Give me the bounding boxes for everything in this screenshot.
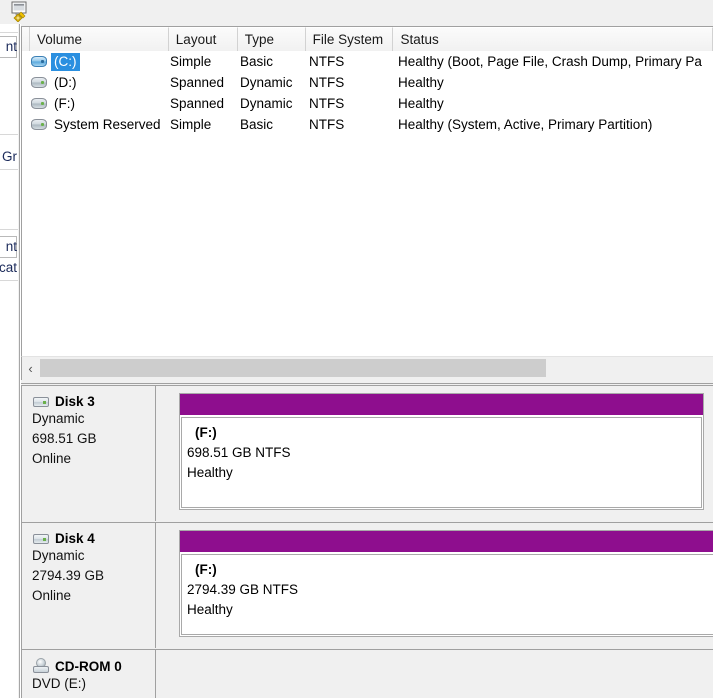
column-header-status[interactable]: Status: [393, 27, 713, 51]
disk-management-window: nt Gr nt cat Volume Layout Type File System Sta…: [0, 0, 713, 698]
disk-title: Disk 4: [32, 531, 155, 546]
partition-block[interactable]: (F:) 698.51 GB NTFS Healthy: [179, 393, 704, 510]
partition-status: Healthy: [187, 465, 233, 480]
cell-status: Healthy (System, Active, Primary Partiti…: [398, 117, 653, 132]
disk-icon: [32, 532, 51, 546]
sidebar-divider: [0, 134, 18, 135]
volume-list-pane: Volume Layout Type File System Status (C:) Si…: [21, 26, 713, 382]
cell-type: Basic: [240, 54, 274, 69]
partition-status: Healthy: [187, 602, 233, 617]
disk-capacity: 698.51 GB: [32, 431, 97, 446]
cell-volume[interactable]: (F:): [30, 93, 169, 114]
drive-icon: [30, 97, 48, 110]
volume-list-header: Volume Layout Type File System Status: [22, 27, 713, 51]
volume-label: (F:): [54, 95, 75, 111]
sidebar-divider: [0, 280, 18, 281]
scroll-thumb[interactable]: [40, 359, 546, 377]
volume-list-hscrollbar[interactable]: ‹: [21, 356, 713, 380]
disk-state: Online: [32, 451, 72, 466]
volume-label: System Reserved: [54, 116, 161, 132]
disk-partition-area: (F:) 2794.39 GB NTFS Healthy: [162, 523, 713, 648]
volume-label: (D:): [54, 74, 77, 90]
cell-type: Dynamic: [240, 96, 293, 111]
disk-capacity: 2794.39 GB: [32, 568, 105, 583]
disk-block-cd-rom-0[interactable]: CD-ROM 0 DVD (E:): [22, 649, 713, 698]
column-header-file-system[interactable]: File System: [305, 27, 394, 51]
disk-block-disk-3[interactable]: Disk 3 Dynamic 698.51 GB Online (F:) 698.51 G…: [22, 385, 713, 521]
sidebar-item-label[interactable]: nt: [6, 39, 17, 54]
partition-size: 2794.39 GB NTFS: [187, 582, 299, 597]
partition-size: 698.51 GB NTFS: [187, 445, 291, 460]
cell-status: Healthy (Boot, Page File, Crash Dump, Pr…: [398, 54, 702, 69]
partition-details: (F:) 698.51 GB NTFS Healthy: [181, 417, 702, 508]
volume-list-rows: (C:) Simple Basic NTFS Healthy (Boot, Page F…: [22, 51, 713, 135]
cell-file-system: NTFS: [309, 117, 345, 132]
console-tree-sidebar[interactable]: nt Gr nt cat: [0, 24, 18, 698]
disk-type: DVD (E:): [32, 676, 86, 691]
cell-type: Dynamic: [240, 75, 293, 90]
computer-management-icon[interactable]: [9, 1, 30, 23]
sidebar-item-label[interactable]: nt: [6, 239, 17, 254]
header-grip[interactable]: [22, 27, 30, 51]
drive-icon: [30, 76, 48, 89]
cdrom-icon: [32, 658, 51, 674]
disk-title: CD-ROM 0: [32, 658, 155, 674]
cell-layout: Spanned: [170, 75, 225, 90]
partition-color-bar: [180, 531, 713, 552]
table-row[interactable]: (C:) Simple Basic NTFS Healthy (Boot, Page F…: [22, 51, 713, 72]
disk-icon: [32, 395, 51, 409]
partition-color-bar: [180, 394, 703, 415]
cell-status: Healthy: [398, 96, 444, 111]
volume-label: (C:): [51, 52, 80, 71]
disk-name: CD-ROM 0: [55, 658, 122, 674]
disk-title: Disk 3: [32, 394, 155, 409]
sidebar-divider: [0, 229, 18, 230]
cell-layout: Simple: [170, 117, 212, 132]
column-header-volume[interactable]: Volume: [30, 27, 169, 51]
cell-file-system: NTFS: [309, 75, 345, 90]
scroll-left-arrow-icon[interactable]: ‹: [22, 357, 39, 379]
partition-details: (F:) 2794.39 GB NTFS Healthy: [181, 554, 713, 635]
toolbar: [0, 0, 713, 24]
disk-partition-area: (F:) 698.51 GB NTFS Healthy: [162, 386, 713, 521]
disk-type: Dynamic: [32, 411, 85, 426]
column-header-layout[interactable]: Layout: [168, 27, 238, 51]
cell-layout: Simple: [170, 54, 212, 69]
table-row[interactable]: (D:) Spanned Dynamic NTFS Healthy: [22, 72, 713, 93]
cell-volume[interactable]: (C:): [30, 51, 169, 72]
sidebar-item-label[interactable]: Gr: [2, 149, 17, 164]
sidebar-divider: [0, 32, 18, 33]
disk-info-panel[interactable]: Disk 3 Dynamic 698.51 GB Online: [22, 386, 156, 521]
cell-status: Healthy: [398, 75, 444, 90]
table-row[interactable]: System Reserved Simple Basic NTFS Healthy (S…: [22, 114, 713, 135]
cell-file-system: NTFS: [309, 54, 345, 69]
cell-layout: Spanned: [170, 96, 225, 111]
disk-name: Disk 3: [55, 394, 95, 409]
cell-volume[interactable]: (D:): [30, 72, 169, 93]
column-header-type[interactable]: Type: [237, 27, 306, 51]
disk-state: Online: [32, 588, 72, 603]
drive-icon: [30, 55, 48, 68]
sidebar-divider: [0, 169, 18, 170]
drive-icon: [30, 118, 48, 131]
disk-partition-area: [162, 650, 713, 698]
sidebar-item-label[interactable]: cat: [0, 260, 17, 275]
partition-label: (F:): [195, 562, 217, 577]
disk-block-disk-4[interactable]: Disk 4 Dynamic 2794.39 GB Online (F:) 2794.39…: [22, 522, 713, 648]
table-row[interactable]: (F:) Spanned Dynamic NTFS Healthy: [22, 93, 713, 114]
graphical-disk-pane: Disk 3 Dynamic 698.51 GB Online (F:) 698.51 G…: [21, 385, 713, 698]
cell-volume[interactable]: System Reserved: [30, 114, 169, 135]
partition-label: (F:): [195, 425, 217, 440]
cell-type: Basic: [240, 117, 274, 132]
disk-name: Disk 4: [55, 531, 95, 546]
partition-block[interactable]: (F:) 2794.39 GB NTFS Healthy: [179, 530, 713, 637]
disk-info-panel[interactable]: Disk 4 Dynamic 2794.39 GB Online: [22, 523, 156, 648]
disk-type: Dynamic: [32, 548, 85, 563]
pane-splitter[interactable]: [21, 380, 713, 384]
disk-info-panel[interactable]: CD-ROM 0 DVD (E:): [22, 650, 156, 698]
cell-file-system: NTFS: [309, 96, 345, 111]
